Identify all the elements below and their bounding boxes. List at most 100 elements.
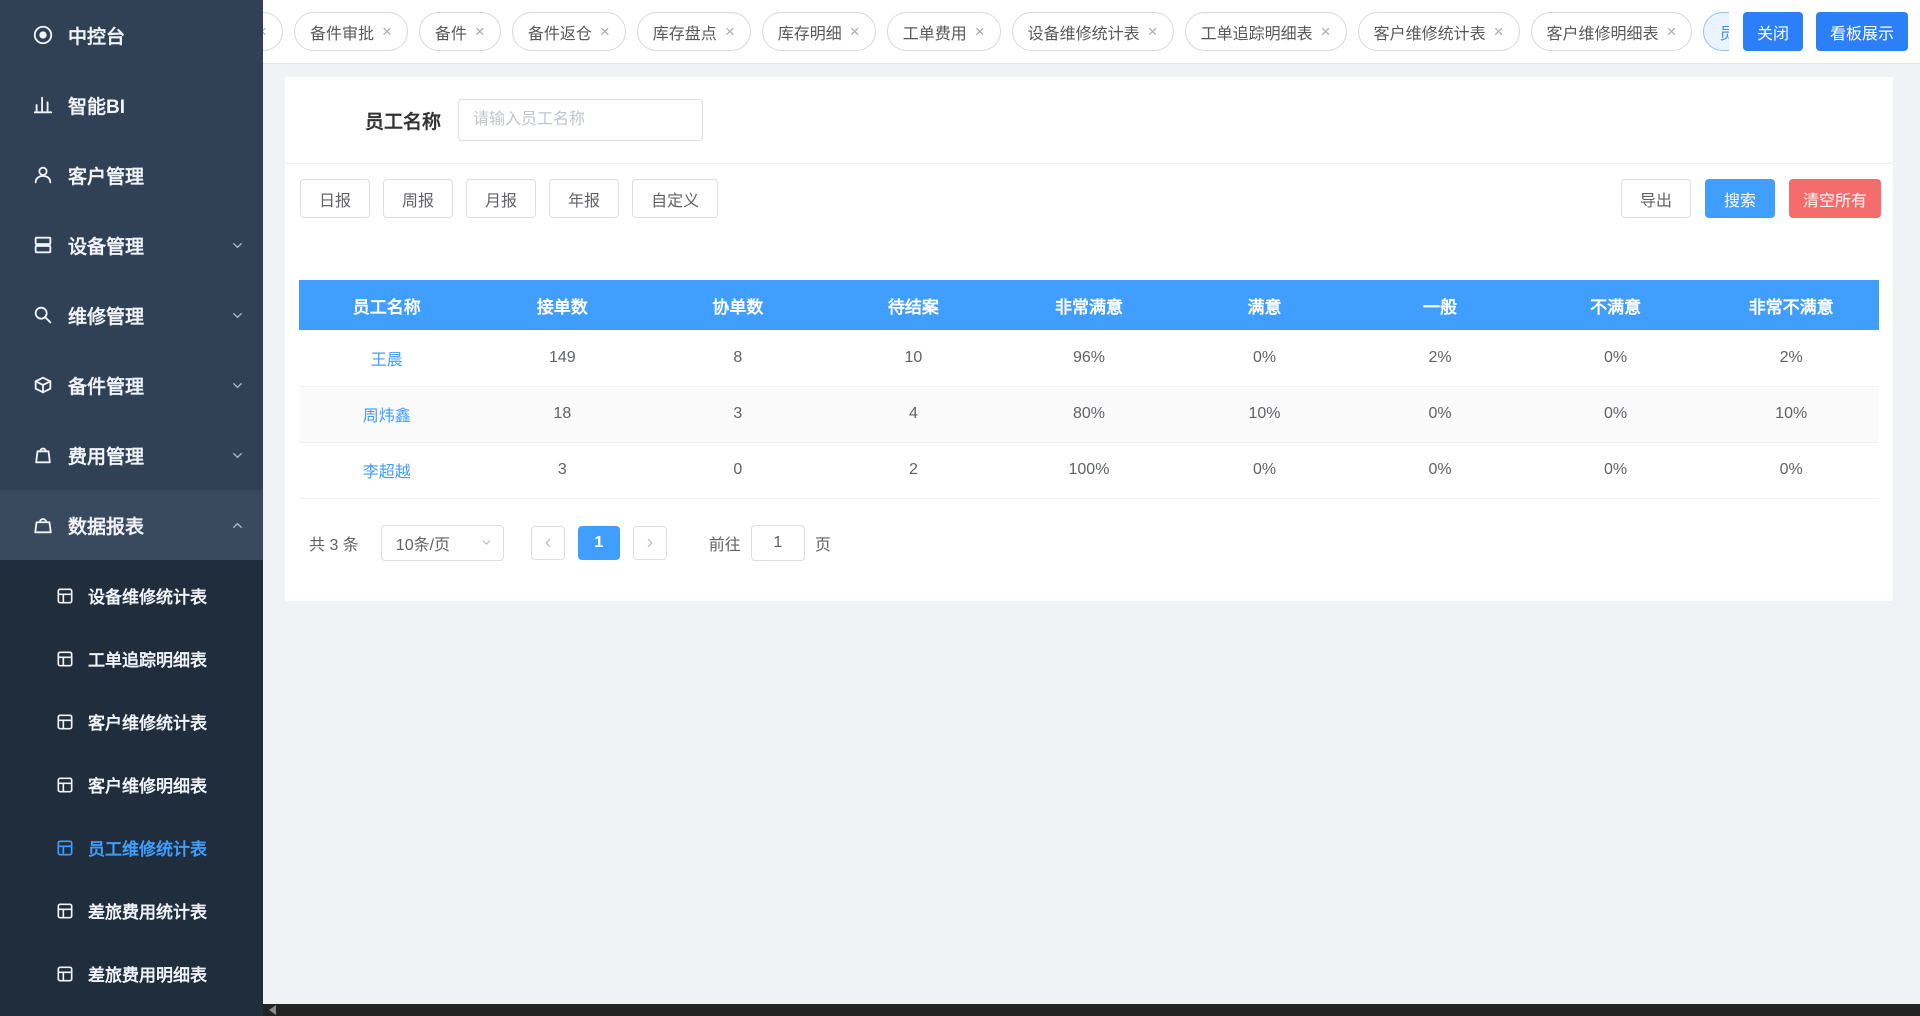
yearly-report-button[interactable]: 年报 — [549, 179, 619, 218]
table-row: 王晨 149 8 10 96% 0% 2% 0% 2% — [299, 330, 1879, 386]
tab-inventory-detail[interactable]: 库存明细 × — [762, 12, 876, 51]
table-cell: 0% — [1177, 330, 1353, 386]
sidebar-item-bi[interactable]: 智能BI — [0, 70, 263, 140]
table-cell: 0% — [1528, 330, 1704, 386]
table-cell: 0% — [1528, 442, 1704, 498]
table-cell: 10 — [826, 330, 1002, 386]
next-page-button[interactable] — [633, 526, 667, 560]
sidebar-item-reports[interactable]: 数据报表 — [0, 490, 263, 560]
employee-link[interactable]: 王晨 — [371, 352, 403, 369]
scroll-left-arrow-icon[interactable] — [269, 1005, 276, 1015]
goto-page-input[interactable] — [751, 525, 805, 561]
table-cell: 0% — [1352, 386, 1528, 442]
tab-bar: × 备件审批 × 备件 × 备件返仓 × 库存盘点 × 库存明细 × 工单费用 … — [263, 0, 1920, 64]
tab-workorder-tracking[interactable]: 工单追踪明细表 × — [1185, 12, 1347, 51]
page-number-button[interactable]: 1 — [578, 526, 620, 560]
tab-inventory-check[interactable]: 库存盘点 × — [637, 12, 751, 51]
report-table-icon — [55, 901, 75, 921]
close-icon[interactable]: × — [600, 23, 610, 40]
toolbar: 日报 周报 月报 年报 自定义 导出 搜索 清空所有 — [285, 164, 1893, 218]
sidebar-item-label: 费用管理 — [68, 442, 144, 469]
close-icon[interactable]: × — [263, 23, 267, 40]
sidebar-item-customer-repair-stats[interactable]: 客户维修统计表 — [0, 690, 263, 753]
toolbar-right: 导出 搜索 清空所有 — [1621, 179, 1881, 218]
clear-all-button[interactable]: 清空所有 — [1789, 179, 1881, 218]
tab-workorder-fee[interactable]: 工单费用 × — [887, 12, 1001, 51]
magnifier-icon — [32, 304, 54, 326]
sidebar-item-device-repair-stats[interactable]: 设备维修统计表 — [0, 564, 263, 627]
sidebar-item-workorder-tracking[interactable]: 工单追踪明细表 — [0, 627, 263, 690]
board-display-button[interactable]: 看板展示 — [1816, 12, 1908, 51]
chevron-down-icon — [230, 448, 245, 463]
column-header: 非常满意 — [1001, 280, 1177, 330]
sidebar-item-repair[interactable]: 维修管理 — [0, 280, 263, 350]
custom-report-button[interactable]: 自定义 — [632, 179, 718, 218]
close-tab-button[interactable]: 关闭 — [1743, 12, 1803, 51]
monthly-report-button[interactable]: 月报 — [466, 179, 536, 218]
tab-label: 备件返仓 — [528, 20, 592, 44]
sidebar-item-travel-fee-detail[interactable]: 差旅费用明细表 — [0, 942, 263, 1005]
chevron-down-icon — [230, 308, 245, 323]
table-cell: 0% — [1528, 386, 1704, 442]
tab-label: 库存明细 — [778, 20, 842, 44]
sidebar-item-console[interactable]: 中控台 — [0, 0, 263, 70]
close-icon[interactable]: × — [1667, 23, 1677, 40]
open-tabs: × 备件审批 × 备件 × 备件返仓 × 库存盘点 × 库存明细 × 工单费用 … — [263, 12, 1729, 51]
close-icon[interactable]: × — [1321, 23, 1331, 40]
tab-device-repair-stats[interactable]: 设备维修统计表 × — [1012, 12, 1174, 51]
tab-spare[interactable]: 备件 × — [419, 12, 501, 51]
sidebar-item-fees[interactable]: 费用管理 — [0, 420, 263, 490]
page-size-select[interactable]: 10条/页 — [381, 525, 504, 561]
sidebar-item-spareparts[interactable]: 备件管理 — [0, 350, 263, 420]
chevron-right-icon — [643, 536, 657, 550]
weekly-report-button[interactable]: 周报 — [383, 179, 453, 218]
employee-link[interactable]: 周炜鑫 — [363, 408, 411, 425]
tab-customer-repair-detail[interactable]: 客户维修明细表 × — [1531, 12, 1693, 51]
employee-link[interactable]: 李超越 — [363, 464, 411, 481]
submenu-item-label: 客户维修统计表 — [88, 709, 207, 734]
sidebar-item-customer[interactable]: 客户管理 — [0, 140, 263, 210]
sidebar-item-label: 智能BI — [68, 92, 125, 119]
table-cell: 10% — [1177, 386, 1353, 442]
close-icon[interactable]: × — [975, 23, 985, 40]
column-header: 满意 — [1177, 280, 1353, 330]
pagination: 共 3 条 10条/页 1 前往 页 — [309, 525, 1879, 561]
tab-customer-repair-stats[interactable]: 客户维修统计表 × — [1358, 12, 1520, 51]
close-icon[interactable]: × — [725, 23, 735, 40]
tab-label: 备件审批 — [310, 20, 374, 44]
tabbar-actions: 关闭 看板展示 — [1743, 12, 1908, 51]
tab-label: 客户维修统计表 — [1374, 20, 1486, 44]
close-icon[interactable]: × — [850, 23, 860, 40]
table-cell: 4 — [826, 386, 1002, 442]
tab-spare-approval[interactable]: 备件审批 × — [294, 12, 408, 51]
report-icon — [32, 514, 54, 536]
prev-page-button[interactable] — [531, 526, 565, 560]
sidebar-item-device[interactable]: 设备管理 — [0, 210, 263, 280]
search-button[interactable]: 搜索 — [1705, 179, 1775, 218]
daily-report-button[interactable]: 日报 — [300, 179, 370, 218]
column-header: 非常不满意 — [1703, 280, 1879, 330]
close-icon[interactable]: × — [1148, 23, 1158, 40]
chevron-up-icon — [230, 518, 245, 533]
table-cell: 18 — [475, 386, 651, 442]
tab-label: 工单费用 — [903, 20, 967, 44]
report-table-icon — [55, 586, 75, 606]
employee-name-label: 员工名称 — [365, 107, 441, 134]
sidebar-item-customer-repair-detail[interactable]: 客户维修明细表 — [0, 753, 263, 816]
close-icon[interactable]: × — [1494, 23, 1504, 40]
close-icon[interactable]: × — [382, 23, 392, 40]
tab-spare-return[interactable]: 备件返仓 × — [512, 12, 626, 51]
close-icon[interactable]: × — [475, 23, 485, 40]
tab-employee-repair-stats[interactable]: 员工维修统计表 × — [1703, 12, 1729, 51]
horizontal-scrollbar[interactable] — [263, 1004, 1920, 1016]
table-cell: 10% — [1703, 386, 1879, 442]
sidebar-item-employee-repair-stats[interactable]: 员工维修统计表 — [0, 816, 263, 879]
table-row: 周炜鑫 18 3 4 80% 10% 0% 0% 10% — [299, 386, 1879, 442]
export-button[interactable]: 导出 — [1621, 179, 1691, 218]
table-cell: 0 — [650, 442, 826, 498]
tab-label: 客户维修明细表 — [1547, 20, 1659, 44]
sidebar-item-travel-fee-stats[interactable]: 差旅费用统计表 — [0, 879, 263, 942]
table-cell: 0% — [1703, 442, 1879, 498]
tab-truncated[interactable]: × — [263, 12, 283, 51]
employee-name-input[interactable] — [458, 99, 703, 141]
